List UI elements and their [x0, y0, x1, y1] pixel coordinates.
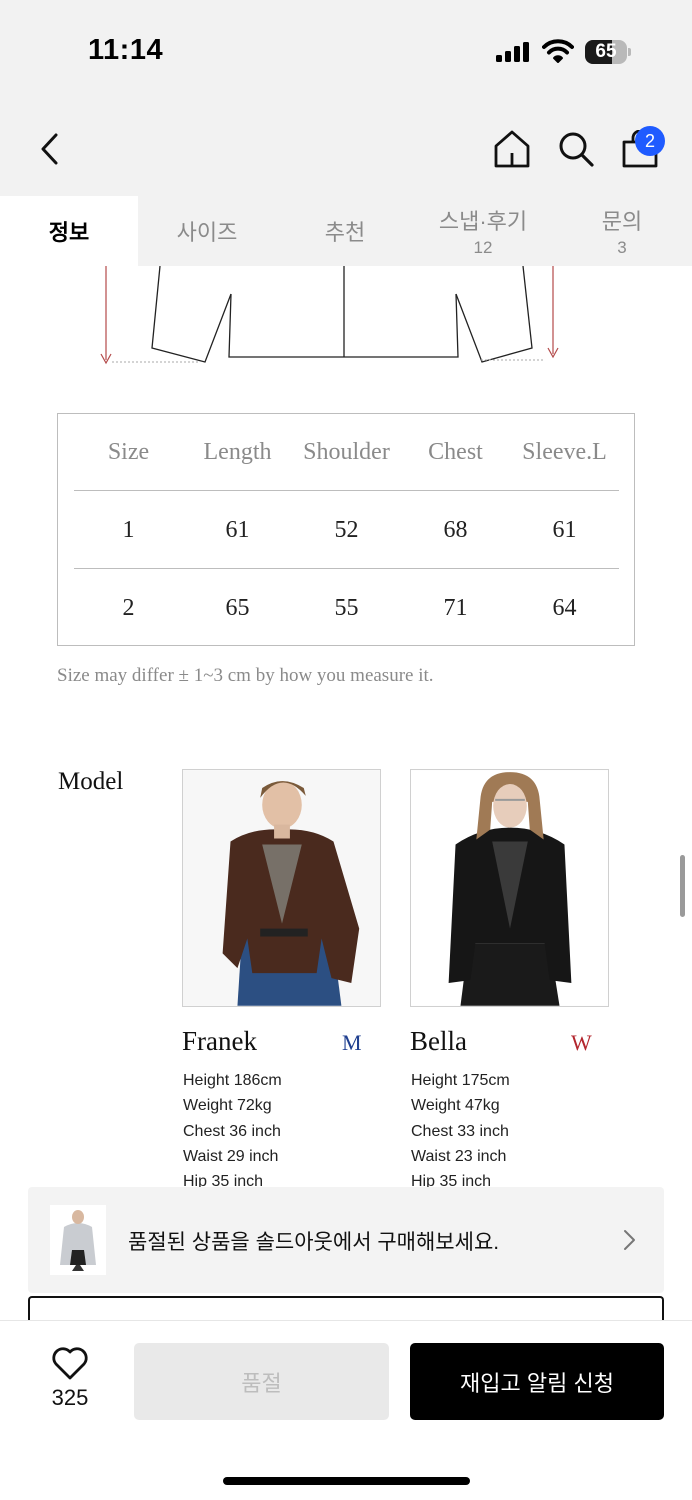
size-note: Size may differ ± 1~3 cm by how you meas… — [57, 665, 434, 686]
home-icon[interactable] — [493, 129, 531, 169]
model-name: Franek — [182, 1026, 257, 1056]
model-gender-tag: M — [342, 1030, 362, 1055]
tab-label: 문의 — [601, 209, 643, 234]
soldout-button[interactable]: 품절 — [134, 1343, 389, 1420]
back-arrow-icon[interactable] — [36, 132, 64, 166]
model-photo-bella[interactable] — [410, 769, 609, 1007]
tab-label: 사이즈 — [176, 220, 238, 245]
tab-label: 추천 — [324, 220, 366, 245]
search-icon[interactable] — [557, 130, 595, 168]
promo-product-image — [50, 1205, 106, 1275]
table-cell: 68 — [443, 516, 468, 543]
model-gender-tag: W — [571, 1030, 592, 1055]
table-cell: 55 — [334, 595, 359, 621]
chevron-right-icon — [624, 1230, 635, 1250]
battery-icon: 65 — [585, 40, 631, 64]
table-cell: 61 — [225, 516, 250, 543]
wifi-icon — [542, 39, 574, 63]
model-photo-image — [183, 770, 380, 1006]
column-header: Shoulder — [303, 438, 390, 465]
model-specs: Height 175cm Weight 47kg Chest 33 inch W… — [411, 1068, 510, 1194]
size-table: Size Length Shoulder Chest Sleeve.L 1 61… — [57, 413, 635, 646]
model-spec-height: Height 186cm — [183, 1072, 282, 1089]
tab-recommend[interactable]: 추천 — [276, 196, 414, 266]
column-header: Length — [203, 438, 272, 465]
tab-count: 3 — [617, 238, 627, 257]
table-row: 2 65 55 71 64 — [74, 570, 619, 647]
restock-alert-button[interactable]: 재입고 알림 신청 — [410, 1343, 664, 1420]
table-cell: 2 — [122, 595, 135, 621]
jacket-measurement-diagram — [100, 266, 559, 365]
status-time: 11:14 — [88, 34, 164, 66]
model-spec-weight: Weight 72kg — [183, 1097, 272, 1115]
nav-header — [0, 100, 692, 196]
cart-count-badge: 2 — [635, 126, 665, 156]
model-name: Bella — [410, 1026, 467, 1056]
model-spec-height: Height 175cm — [411, 1072, 510, 1089]
battery-level: 65 — [595, 41, 617, 62]
model-spec-weight: Weight 47kg — [411, 1097, 500, 1115]
tab-info[interactable]: 정보 — [0, 196, 138, 266]
table-row: 1 61 52 68 61 — [74, 492, 619, 569]
model-spec-chest: Chest 33 inch — [411, 1122, 509, 1140]
promo-product-thumbnail — [50, 1205, 106, 1275]
tab-count: 12 — [473, 238, 493, 257]
tab-size[interactable]: 사이즈 — [138, 196, 276, 266]
status-bar: 11:14 65 — [0, 0, 692, 100]
tab-label: 정보 — [48, 220, 90, 245]
table-cell: 71 — [443, 595, 468, 621]
tab-snap-review[interactable]: 스냅·후기 12 — [414, 196, 552, 266]
model-spec-waist: Waist 23 inch — [411, 1147, 507, 1165]
bottom-action-bar: 325 품절 재입고 알림 신청 — [0, 1320, 692, 1500]
model-spec-chest: Chest 36 inch — [183, 1122, 281, 1140]
table-cell: 64 — [552, 595, 577, 621]
table-cell: 1 — [122, 516, 135, 543]
cellular-signal-icon — [496, 42, 529, 62]
tab-inquiry[interactable]: 문의 3 — [552, 196, 692, 266]
column-header: Chest — [428, 438, 483, 465]
like-count: 325 — [51, 1385, 89, 1410]
product-tabs: 정보 사이즈 추천 스냅·후기 12 문의 3 — [0, 196, 692, 266]
table-cell: 52 — [334, 516, 359, 543]
promo-text: 품절된 상품을 솔드아웃에서 구매해보세요. — [128, 1231, 500, 1254]
size-table-header: Size Length Shoulder Chest Sleeve.L — [74, 414, 619, 491]
tab-label: 스냅·후기 — [438, 209, 528, 234]
soldout-promo-banner[interactable]: 품절된 상품을 솔드아웃에서 구매해보세요. — [28, 1187, 664, 1293]
model-specs: Height 186cm Weight 72kg Chest 36 inch W… — [183, 1068, 282, 1194]
column-header: Sleeve.L — [522, 438, 607, 465]
model-spec-waist: Waist 29 inch — [183, 1147, 279, 1165]
table-cell: 61 — [552, 516, 577, 543]
home-indicator[interactable] — [223, 1477, 470, 1485]
column-header: Size — [107, 438, 150, 465]
scrollbar-thumb[interactable] — [680, 855, 685, 917]
model-photo-image — [411, 770, 608, 1006]
table-cell: 65 — [225, 595, 250, 621]
model-heading: Model — [58, 768, 124, 795]
heart-icon[interactable] — [51, 1346, 89, 1380]
model-photo-franek[interactable] — [182, 769, 381, 1007]
